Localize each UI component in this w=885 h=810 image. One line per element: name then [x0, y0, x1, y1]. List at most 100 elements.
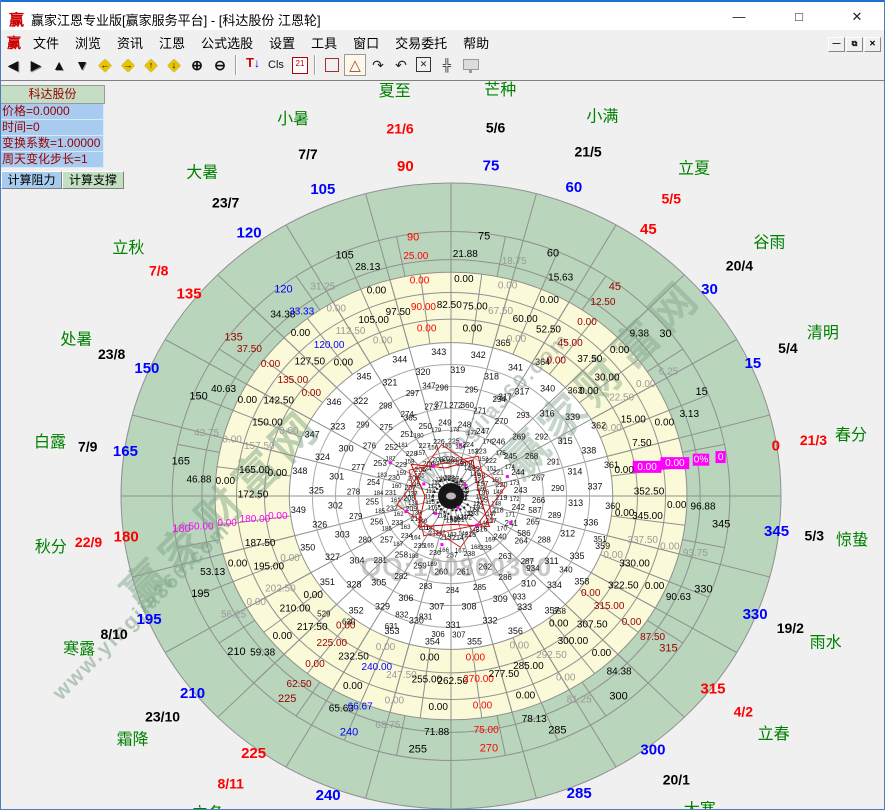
sector-date-label: 20/4 [726, 258, 753, 274]
center-noise-dot [436, 488, 438, 490]
wheel-number: 255 [409, 743, 427, 755]
presentation-icon[interactable] [459, 54, 481, 76]
nav-down-icon[interactable]: ▼ [71, 54, 93, 76]
pan-down-icon[interactable]: ◆↓ [163, 54, 185, 76]
mdi-window-controls: —⧉✕ [827, 33, 881, 52]
center-noise-dot [439, 485, 441, 487]
nav-forward-icon[interactable]: ▶ [25, 54, 47, 76]
rotate-cw-icon[interactable]: ↷ [367, 54, 389, 76]
wheel-number: 210.00 [280, 604, 311, 615]
spiral-number: 239 [480, 545, 492, 552]
spiral-number: 256 [370, 517, 384, 526]
gann-wheel[interactable]: 赢家财富网www.yingjia360.com赢家财富网www.yingjia3… [1, 81, 885, 810]
calc-support-button[interactable]: 计算支撑 [62, 171, 124, 189]
menu-bar: 赢 文件浏览资讯江恩公式选股设置工具窗口交易委托帮助 —⧉✕ [1, 30, 884, 52]
sector-term-label: 立冬 [192, 805, 224, 810]
rotate-ccw-icon[interactable]: ↶ [390, 54, 412, 76]
wheel-number: 195 [191, 588, 209, 600]
app-window: 赢 赢家江恩专业版[赢家服务平台] - [科达股份 江恩轮] — □ ✕ 赢 文… [0, 0, 885, 810]
spiral-number: 216 [476, 527, 488, 534]
mdi-restore-button[interactable]: ⧉ [846, 37, 863, 52]
spiral-number: 263 [498, 552, 512, 561]
spiral-number: 350 [300, 543, 315, 553]
clear-icon[interactable]: Cls [265, 54, 287, 76]
spiral-number: 260 [434, 567, 448, 576]
wheel-number: 0.00 [473, 700, 493, 711]
wheel-number: 0.00 [367, 286, 387, 297]
wheel-number: 0.00 [268, 511, 288, 522]
mdi-close-button[interactable]: ✕ [864, 37, 881, 52]
wheel-number: 187.50 [245, 538, 276, 549]
spiral-number: 302 [328, 501, 343, 511]
zoom-in-icon[interactable]: ⊕ [186, 54, 208, 76]
wheel-number: 135 [224, 332, 242, 344]
toolbar-separator [314, 55, 316, 75]
vertical-scale-icon[interactable]: T↓ [242, 54, 264, 76]
spiral-number: 244 [511, 468, 525, 477]
spiral-number: 233 [391, 520, 403, 527]
third-marker: 66.67 [348, 701, 373, 712]
sector-angle-label: 90 [397, 158, 414, 175]
wheel-number: 225 [278, 693, 296, 705]
wheel-number: 135.00 [278, 375, 309, 386]
mdi-minimize-button[interactable]: — [828, 37, 845, 52]
wheel-number: 0.00 [428, 702, 448, 713]
spiral-number: 344 [392, 355, 407, 365]
pan-left-icon[interactable]: ◆← [94, 54, 116, 76]
spiral-number: 181 [398, 443, 409, 449]
center-view-icon[interactable]: ╬ [436, 54, 458, 76]
draw-triangle-icon[interactable]: △ [344, 54, 366, 76]
pan-right-icon[interactable]: ◆→ [117, 54, 139, 76]
spiral-number: 345 [356, 372, 371, 382]
wheel-number: 307.50 [577, 620, 608, 631]
spiral-number: 246 [492, 438, 506, 447]
wheel-number: 0.00 [660, 542, 680, 553]
maximize-button[interactable]: □ [784, 6, 814, 28]
spiral-number: 275 [380, 423, 394, 432]
wheel-number: 0.00 [410, 276, 430, 287]
spiral-number: 321 [382, 378, 397, 388]
calendar-icon[interactable]: 21 [288, 54, 310, 76]
wheel-number: 0.00 [246, 597, 266, 608]
wheel-number: 52.50 [536, 325, 561, 336]
spiral-number: 186 [382, 527, 393, 533]
nav-up-icon[interactable]: ▲ [48, 54, 70, 76]
spiral-number: 220 [496, 482, 508, 489]
wheel-number: 97.50 [386, 307, 411, 318]
wheel-number: 3.13 [680, 409, 700, 420]
minimize-button[interactable]: — [724, 6, 754, 28]
center-noise-dot [465, 491, 467, 493]
sector-term-label: 处暑 [60, 331, 92, 349]
spiral-number: 237 [446, 553, 458, 560]
spiral-number: 282 [394, 572, 408, 581]
nav-back-icon[interactable]: ◀ [2, 54, 24, 76]
wheel-number: 81.25 [567, 694, 592, 705]
sector-angle-label: 30 [701, 281, 718, 298]
center-noise-dot [465, 487, 467, 489]
close-button[interactable]: ✕ [842, 6, 872, 28]
spiral-number-extra: 586 [517, 529, 531, 538]
sector-date-label: 5/4 [778, 340, 798, 356]
calc-resistance-button[interactable]: 计算阻力 [1, 171, 62, 189]
pan-up-icon[interactable]: ◆↑ [140, 54, 162, 76]
sector-term-label: 雨水 [810, 633, 842, 651]
sector-angle-label: 330 [743, 606, 768, 623]
spiral-number: 362 [591, 420, 606, 430]
spiral-number: 265 [526, 518, 540, 527]
sector-angle-label: 45 [640, 221, 657, 238]
spiral-number: 358 [574, 577, 589, 587]
wheel-number: 0.00 [610, 345, 630, 356]
draw-square-icon[interactable] [321, 54, 343, 76]
zoom-out-icon[interactable]: ⊖ [209, 54, 231, 76]
spiral-number: 232 [386, 505, 398, 512]
spiral-number: 242 [512, 503, 526, 512]
spiral-number: 165 [424, 544, 435, 550]
chart-canvas[interactable]: 赢家财富网www.yingjia360.com赢家财富网www.yingjia3… [1, 80, 885, 810]
wheel-number: 50.00 [188, 521, 213, 532]
delete-box-icon[interactable]: ✕ [413, 54, 435, 76]
sector-angle-label: 150 [134, 360, 159, 377]
spiral-number-extra: 630 [342, 618, 356, 627]
wheel-number: 142.50 [263, 396, 294, 407]
wheel-number: 0.00 [645, 581, 665, 592]
sector-angle-label: 120 [237, 225, 262, 242]
